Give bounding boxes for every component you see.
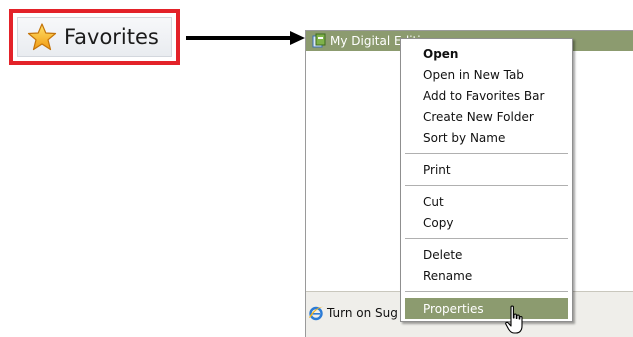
favorites-label: Favorites: [64, 25, 159, 49]
menu-separator: [405, 153, 568, 154]
star-icon: [27, 23, 57, 51]
menu-item-rename[interactable]: Rename: [405, 265, 568, 286]
context-menu: Open Open in New Tab Add to Favorites Ba…: [400, 38, 573, 322]
menu-item-open-in-new-tab[interactable]: Open in New Tab: [405, 64, 568, 85]
turn-on-suggested-sites-link[interactable]: Turn on Sug: [306, 305, 398, 321]
menu-item-delete[interactable]: Delete: [405, 244, 568, 265]
page-icon: [312, 33, 326, 48]
menu-item-copy[interactable]: Copy: [405, 212, 568, 233]
menu-item-cut[interactable]: Cut: [405, 191, 568, 212]
menu-separator: [405, 238, 568, 239]
menu-item-open[interactable]: Open: [405, 43, 568, 64]
menu-item-print[interactable]: Print: [405, 159, 568, 180]
favorites-callout: Favorites: [9, 9, 180, 65]
hand-cursor-icon: [505, 305, 523, 334]
arrow-icon: [186, 31, 305, 45]
menu-separator: [405, 291, 568, 292]
favorites-button[interactable]: Favorites: [17, 17, 172, 57]
turn-on-suggested-sites-label: Turn on Sug: [327, 306, 398, 320]
menu-item-sort-by-name[interactable]: Sort by Name: [405, 127, 568, 148]
internet-explorer-icon: [309, 306, 323, 321]
menu-separator: [405, 185, 568, 186]
menu-item-create-new-folder[interactable]: Create New Folder: [405, 106, 568, 127]
menu-item-add-to-favorites-bar[interactable]: Add to Favorites Bar: [405, 85, 568, 106]
menu-item-properties[interactable]: Properties: [405, 298, 568, 319]
